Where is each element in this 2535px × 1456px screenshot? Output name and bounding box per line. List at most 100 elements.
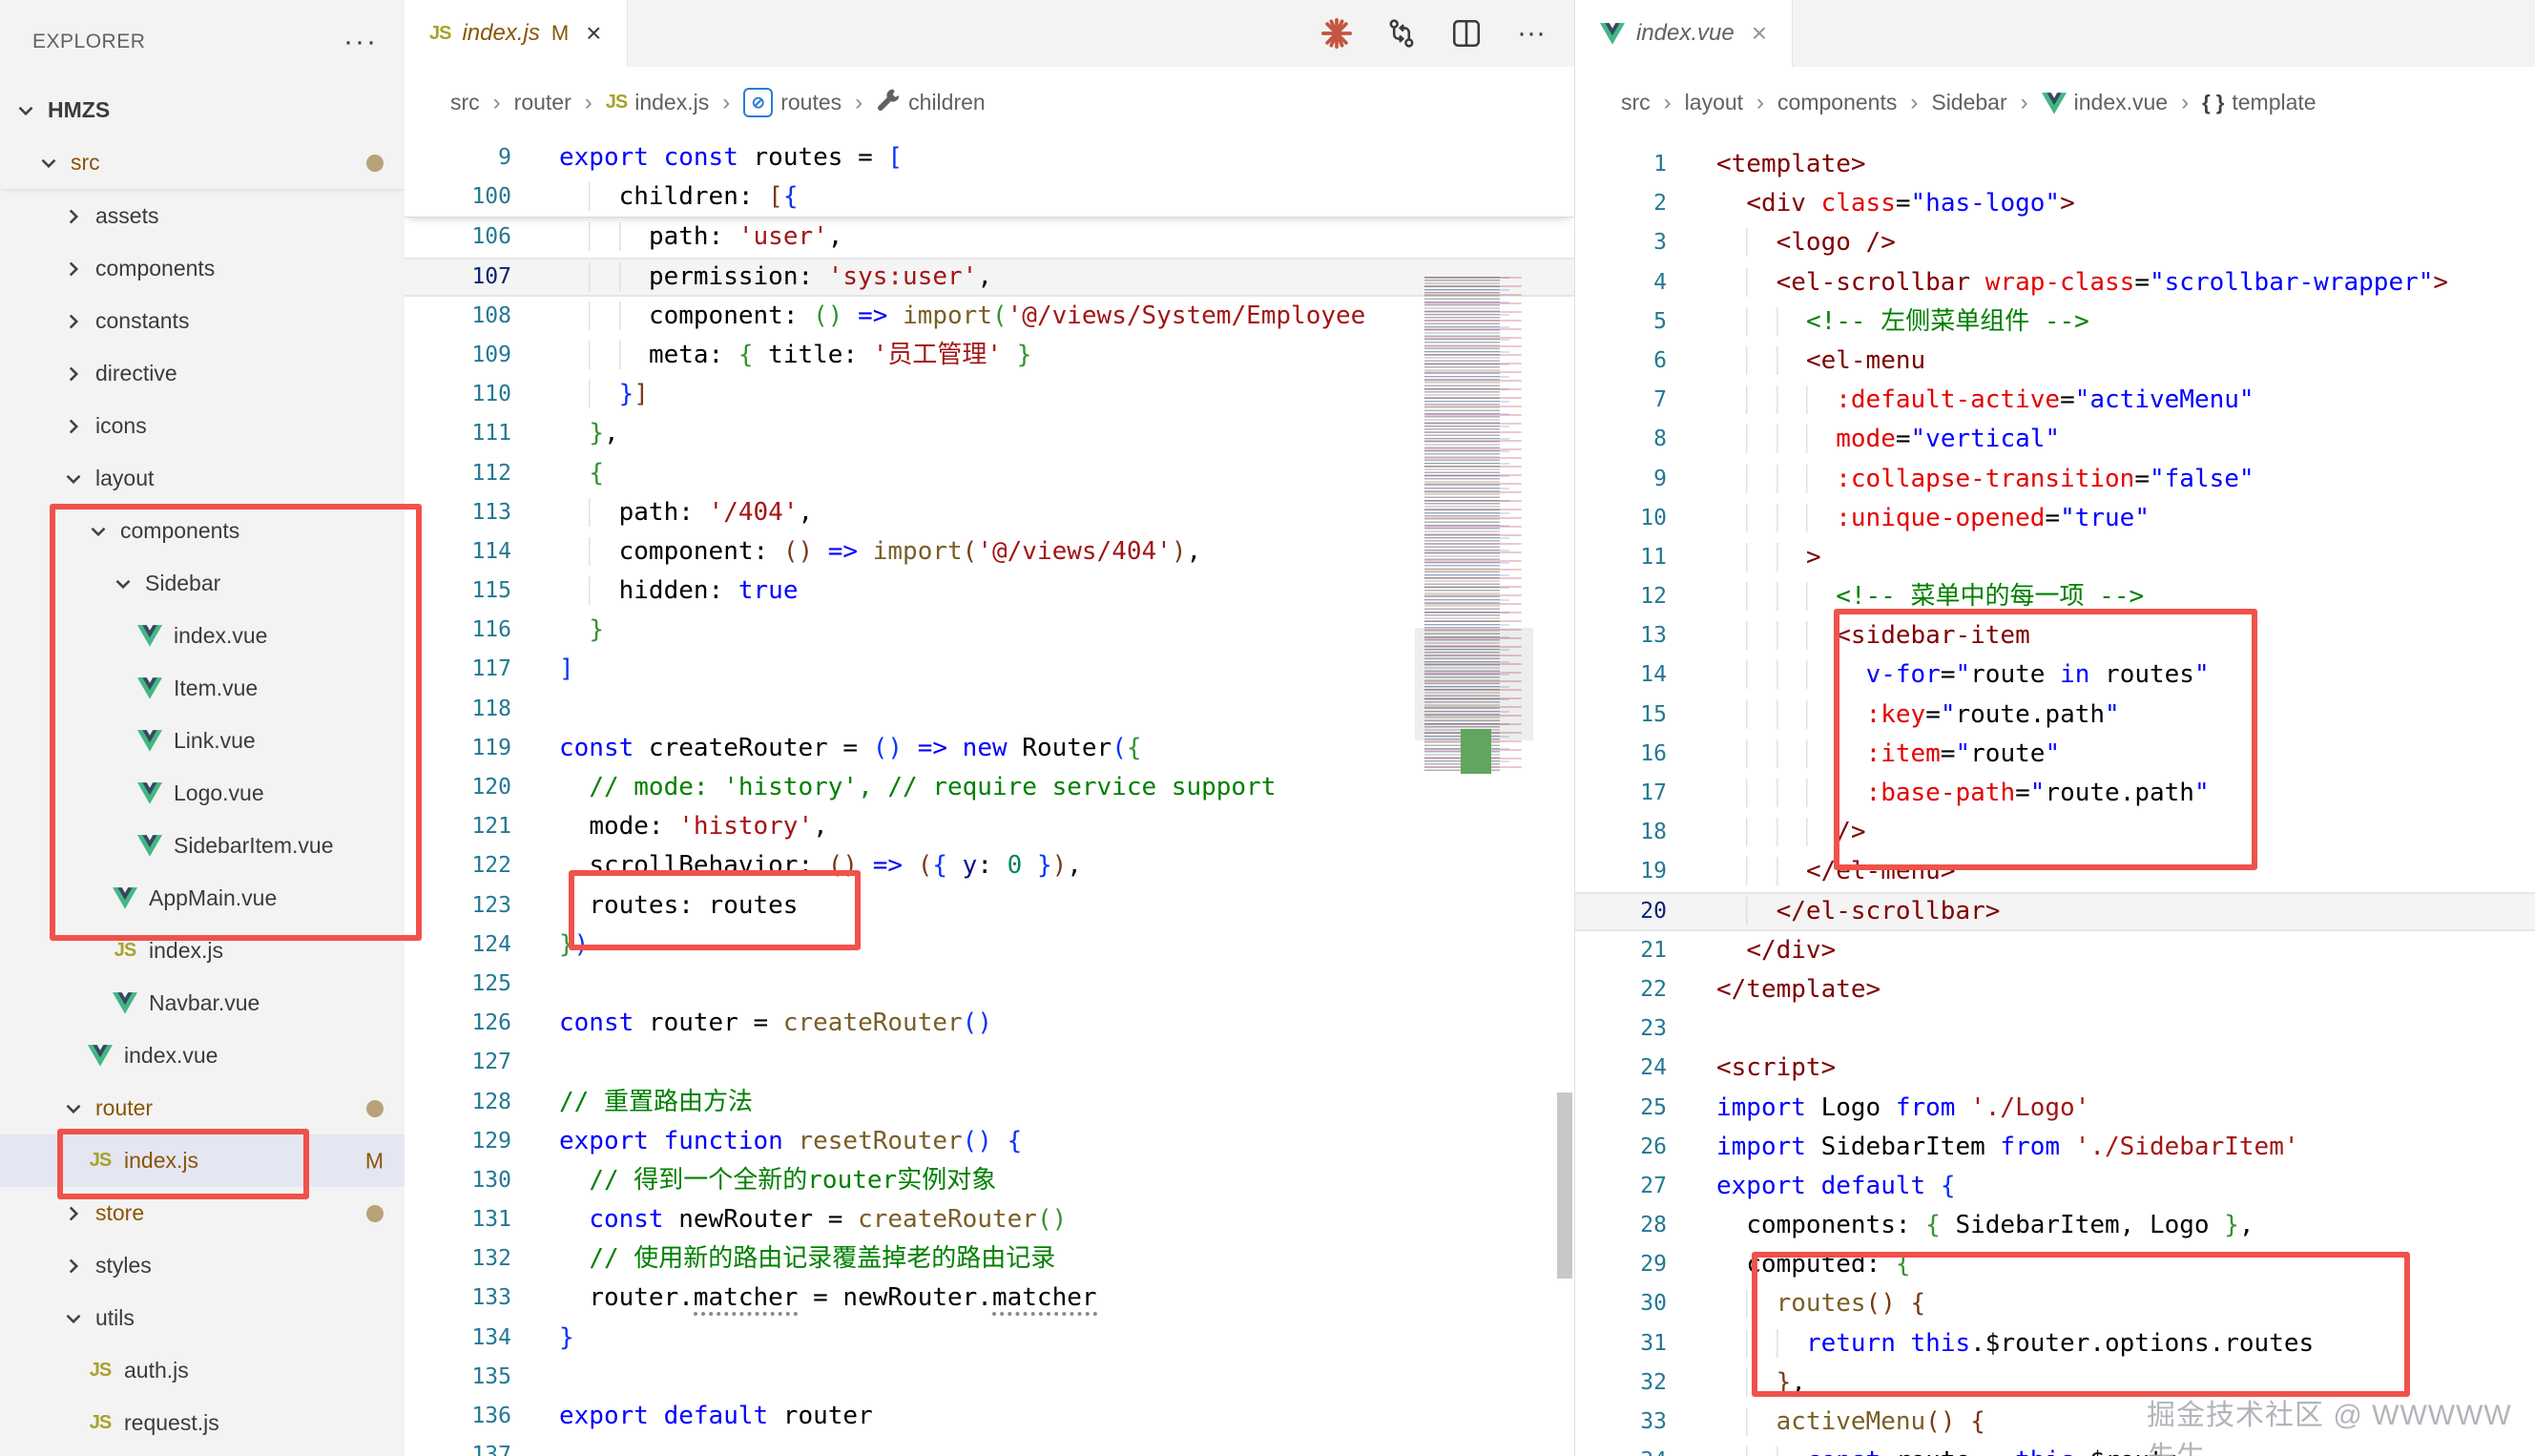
code-line-123[interactable]: 123 routes: routes [405, 886, 1574, 926]
code-line-120[interactable]: 120 // mode: 'history', // require servi… [405, 768, 1574, 807]
code-line-113[interactable]: 113 path: '/404', [405, 493, 1574, 532]
code-line-134[interactable]: 134} [405, 1319, 1574, 1358]
code-line-26[interactable]: 26import SidebarItem from './SidebarItem… [1575, 1128, 2535, 1167]
breadcrumb-item-src[interactable]: src [450, 90, 480, 115]
tree-item-store[interactable]: store [0, 1187, 405, 1239]
breadcrumb-item-src[interactable]: src [1621, 90, 1651, 115]
code-line-124[interactable]: 124}) [405, 926, 1574, 965]
code-line-6[interactable]: 6 <el-menu [1575, 342, 2535, 381]
breadcrumb-item-template[interactable]: { }template [2202, 90, 2316, 115]
code-line-130[interactable]: 130 // 得到一个全新的router实例对象 [405, 1161, 1574, 1200]
tree-item-Navbar-vue[interactable]: Navbar.vue [0, 977, 405, 1030]
tree-item-index-js[interactable]: JSindex.jsM [0, 1134, 405, 1187]
tree-item-index-vue[interactable]: index.vue [0, 1030, 405, 1082]
code-line-27[interactable]: 27export default { [1575, 1167, 2535, 1206]
code-line-118[interactable]: 118 [405, 690, 1574, 729]
code-area-right[interactable]: 1<template>2 <div class="has-logo">3 <lo… [1575, 138, 2535, 1456]
minimap-slider[interactable] [1415, 628, 1533, 740]
code-line-117[interactable]: 117] [405, 650, 1574, 689]
code-line-10[interactable]: 10 :unique-opened="true" [1575, 499, 2535, 538]
vertical-scrollbar[interactable] [1557, 1092, 1572, 1279]
compare-changes-icon[interactable] [1385, 17, 1418, 50]
tree-item-components[interactable]: components [0, 242, 405, 295]
code-line-1[interactable]: 1<template> [1575, 145, 2535, 184]
code-line-24[interactable]: 24<script> [1575, 1049, 2535, 1088]
code-line-128[interactable]: 128// 重置路由方法 [405, 1083, 1574, 1122]
code-line-21[interactable]: 21 </div> [1575, 931, 2535, 970]
breadcrumb-item-index-js[interactable]: JSindex.js [606, 90, 709, 115]
tree-item-request-js[interactable]: JSrequest.js [0, 1397, 405, 1449]
tree-item-directive[interactable]: directive [0, 347, 405, 400]
code-line-3[interactable]: 3 <logo /> [1575, 223, 2535, 262]
code-line-115[interactable]: 115 hidden: true [405, 572, 1574, 611]
code-line-13[interactable]: 13 <sidebar-item [1575, 616, 2535, 655]
tree-item-auth-js[interactable]: JSauth.js [0, 1344, 405, 1397]
code-line-15[interactable]: 15 :key="route.path" [1575, 696, 2535, 735]
tree-item-index-vue[interactable]: index.vue [0, 610, 405, 662]
code-line-4[interactable]: 4 <el-scrollbar wrap-class="scrollbar-wr… [1575, 263, 2535, 302]
tree-item-Sidebar[interactable]: Sidebar [0, 557, 405, 610]
code-line-132[interactable]: 132 // 使用新的路由记录覆盖掉老的路由记录 [405, 1239, 1574, 1279]
code-line-14[interactable]: 14 v-for="route in routes" [1575, 655, 2535, 695]
code-line-106[interactable]: 106 path: 'user', [405, 218, 1574, 257]
minimap[interactable] [1415, 277, 1533, 773]
code-line-25[interactable]: 25import Logo from './Logo' [1575, 1089, 2535, 1128]
tree-item-index-js[interactable]: JSindex.js [0, 925, 405, 977]
close-icon[interactable]: × [580, 18, 601, 49]
breadcrumb-item-router[interactable]: router [514, 90, 571, 115]
code-line-11[interactable]: 11 > [1575, 538, 2535, 577]
code-line-127[interactable]: 127 [405, 1043, 1574, 1082]
breadcrumb-item-index-vue[interactable]: index.vue [2042, 90, 2168, 115]
code-line-30[interactable]: 30 routes() { [1575, 1284, 2535, 1323]
code-line-9[interactable]: 9 :collapse-transition="false" [1575, 460, 2535, 499]
code-line-12[interactable]: 12 <!-- 菜单中的每一项 --> [1575, 577, 2535, 616]
extension-starburst-icon[interactable] [1320, 17, 1353, 50]
code-line-129[interactable]: 129export function resetRouter() { [405, 1122, 1574, 1161]
code-line-2[interactable]: 2 <div class="has-logo"> [1575, 184, 2535, 223]
tree-item-AppMain-vue[interactable]: AppMain.vue [0, 872, 405, 925]
tab-index-js[interactable]: JS index.js M × [405, 0, 628, 67]
tree-item-Logo-vue[interactable]: Logo.vue [0, 767, 405, 820]
code-line-109[interactable]: 109 meta: { title: '员工管理' } [405, 336, 1574, 375]
code-line-125[interactable]: 125 [405, 965, 1574, 1004]
code-area-middle[interactable]: 9export const routes = [100 children: [{… [405, 138, 1574, 1456]
code-line-7[interactable]: 7 :default-active="activeMenu" [1575, 381, 2535, 420]
tree-item-components[interactable]: components [0, 505, 405, 557]
code-line-108[interactable]: 108 component: () => import('@/views/Sys… [405, 297, 1574, 336]
breadcrumb-item-routes[interactable]: ⊘routes [743, 88, 842, 117]
code-line-8[interactable]: 8 mode="vertical" [1575, 420, 2535, 459]
tab-index-vue[interactable]: index.vue × [1575, 0, 1793, 67]
close-icon[interactable]: × [1746, 18, 1767, 49]
code-line-114[interactable]: 114 component: () => import('@/views/404… [405, 532, 1574, 572]
tree-item-SidebarItem-vue[interactable]: SidebarItem.vue [0, 820, 405, 872]
tree-item-Item-vue[interactable]: Item.vue [0, 662, 405, 715]
breadcrumb-item-components[interactable]: components [1777, 90, 1897, 115]
tree-item-utils[interactable]: utils [0, 1292, 405, 1344]
code-line-31[interactable]: 31 return this.$router.options.routes [1575, 1324, 2535, 1363]
code-line-5[interactable]: 5 <!-- 左侧菜单组件 --> [1575, 302, 2535, 342]
code-line-116[interactable]: 116 } [405, 611, 1574, 650]
code-line-16[interactable]: 16 :item="route" [1575, 735, 2535, 774]
code-line-135[interactable]: 135 [405, 1358, 1574, 1397]
code-line-19[interactable]: 19 </el-menu> [1575, 852, 2535, 891]
code-line-100[interactable]: 100 children: [{ [405, 177, 1574, 217]
code-line-9[interactable]: 9export const routes = [ [405, 138, 1574, 177]
code-line-107[interactable]: 107 permission: 'sys:user', [405, 258, 1574, 297]
code-line-131[interactable]: 131 const newRouter = createRouter() [405, 1200, 1574, 1239]
project-root-row[interactable]: HMZS [0, 84, 405, 136]
code-line-110[interactable]: 110 }] [405, 375, 1574, 414]
tree-item-icons[interactable]: icons [0, 400, 405, 452]
code-line-17[interactable]: 17 :base-path="route.path" [1575, 774, 2535, 813]
breadcrumb-item-children[interactable]: children [876, 88, 986, 118]
code-line-136[interactable]: 136export default router [405, 1397, 1574, 1436]
tree-item-layout[interactable]: layout [0, 452, 405, 505]
code-line-112[interactable]: 112 { [405, 454, 1574, 493]
code-line-18[interactable]: 18 /> [1575, 813, 2535, 852]
code-line-111[interactable]: 111 }, [405, 414, 1574, 453]
breadcrumb-item-Sidebar[interactable]: Sidebar [1931, 90, 2006, 115]
code-line-122[interactable]: 122 scrollBehavior: () => ({ y: 0 }), [405, 846, 1574, 885]
code-line-119[interactable]: 119const createRouter = () => new Router… [405, 729, 1574, 768]
tree-item-constants[interactable]: constants [0, 295, 405, 347]
tree-item-Link-vue[interactable]: Link.vue [0, 715, 405, 767]
code-line-20[interactable]: 20 </el-scrollbar> [1575, 892, 2535, 931]
